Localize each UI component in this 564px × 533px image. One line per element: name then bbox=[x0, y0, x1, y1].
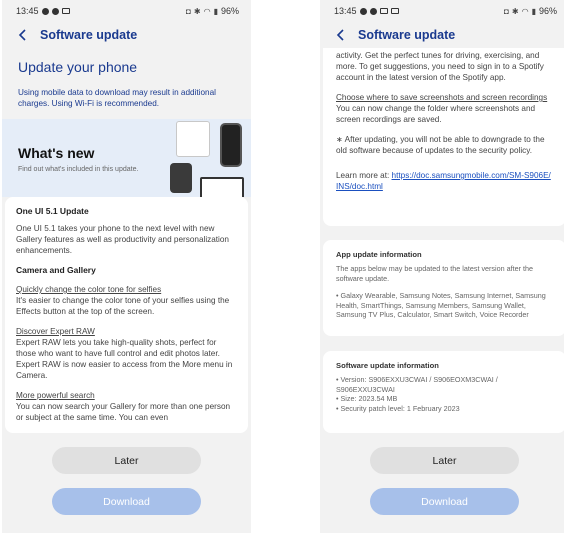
status-bar: 13:45 ◘ ✱ ◠ ▮ 96% bbox=[320, 0, 564, 22]
app-update-desc: The apps below may be updated to the lat… bbox=[336, 264, 533, 283]
status-bar: 13:45 ◘ ✱ ◠ ▮ 96% bbox=[2, 0, 251, 22]
later-button[interactable]: Later bbox=[52, 447, 201, 474]
update-details-card: activity. Get the perfect tunes for driv… bbox=[323, 48, 564, 226]
screen-icon bbox=[379, 8, 388, 14]
software-info-card: Software update information • Version: S… bbox=[323, 351, 564, 433]
later-button[interactable]: Later bbox=[370, 447, 519, 474]
data-charge-notice: Using mobile data to download may result… bbox=[18, 88, 216, 108]
tablet-illustration bbox=[200, 177, 244, 197]
banner-title: What's new bbox=[18, 145, 95, 161]
size-info: • Size: 2023.54 MB bbox=[336, 394, 398, 403]
alarm-icon: ◘ bbox=[186, 6, 191, 16]
feature-link-expert-raw[interactable]: Discover Expert RAW bbox=[16, 326, 237, 337]
downgrade-warning: ∗ After updating, you will not be able t… bbox=[336, 135, 545, 155]
update-heading: Update your phone bbox=[18, 59, 138, 75]
back-arrow-icon[interactable] bbox=[14, 26, 32, 44]
feature-desc-screenshots: You can now change the folder where scre… bbox=[336, 104, 536, 124]
whats-new-banner: What's new Find out what's included in t… bbox=[2, 119, 251, 197]
page-title: Software update bbox=[40, 28, 138, 42]
screen-icon bbox=[61, 8, 70, 14]
phone-screen-right: 13:45 ◘ ✱ ◠ ▮ 96% Software update activi… bbox=[320, 0, 564, 533]
learn-more-line: Learn more at: https://doc.samsungmobile… bbox=[336, 170, 553, 192]
bluetooth-icon: ✱ bbox=[511, 6, 519, 16]
feature-desc-search: You can now search your Gallery for more… bbox=[16, 402, 231, 422]
wifi-icon: ◠ bbox=[203, 6, 211, 16]
phone-screen-left: 13:45 ◘ ✱ ◠ ▮ 96% Software update Update… bbox=[2, 0, 251, 533]
status-time: 13:45 bbox=[16, 6, 39, 16]
banner-subtitle: Find out what's included in this update. bbox=[18, 166, 139, 173]
app-header: Software update bbox=[320, 22, 564, 48]
app-header: Software update bbox=[2, 22, 251, 48]
feature-desc-expert-raw: Expert RAW lets you take high-quality sh… bbox=[16, 338, 233, 380]
section-title: Camera and Gallery bbox=[16, 265, 96, 275]
status-time: 13:45 bbox=[334, 6, 357, 16]
note-phone-illustration bbox=[176, 121, 210, 157]
feature-desc-selfie: It's easier to change the color tone of … bbox=[16, 296, 230, 316]
security-patch-info: • Security patch level: 1 February 2023 bbox=[336, 403, 460, 413]
feature-link-selfie[interactable]: Quickly change the color tone for selfie… bbox=[16, 284, 237, 295]
bluetooth-icon: ✱ bbox=[193, 6, 201, 16]
update-details-card: One UI 5.1 Update One UI 5.1 takes your … bbox=[5, 197, 248, 433]
version-info: • Version: S906EXXU3CWAI / S906EOXM3CWAI… bbox=[336, 375, 498, 394]
feature-link-search[interactable]: More powerful search bbox=[16, 390, 237, 401]
learn-more-label: Learn more at: bbox=[336, 171, 392, 180]
app-list: • Galaxy Wearable, Samsung Notes, Samsun… bbox=[336, 291, 546, 319]
screen-icon bbox=[390, 8, 399, 14]
update-description: One UI 5.1 takes your phone to the next … bbox=[16, 224, 229, 255]
phone-illustration bbox=[220, 123, 242, 167]
signal-icon: ▮ bbox=[531, 6, 536, 16]
software-info-title: Software update information bbox=[336, 361, 439, 370]
back-arrow-icon[interactable] bbox=[332, 26, 350, 44]
app-update-card: App update information The apps below ma… bbox=[323, 240, 564, 336]
page-title: Software update bbox=[358, 28, 456, 42]
download-button[interactable]: Download bbox=[370, 488, 519, 515]
flip-phone-illustration bbox=[170, 163, 192, 193]
notification-icon bbox=[51, 7, 59, 15]
signal-icon: ▮ bbox=[213, 6, 218, 16]
spotify-feature-text: activity. Get the perfect tunes for driv… bbox=[336, 51, 544, 82]
notification-icon bbox=[359, 7, 367, 15]
download-button[interactable]: Download bbox=[52, 488, 201, 515]
feature-link-screenshots[interactable]: Choose where to save screenshots and scr… bbox=[336, 92, 553, 103]
alarm-icon: ◘ bbox=[504, 6, 509, 16]
update-version-title: One UI 5.1 Update bbox=[16, 206, 89, 216]
battery-level: 96% bbox=[538, 6, 557, 16]
wifi-icon: ◠ bbox=[521, 6, 529, 16]
notification-icon bbox=[369, 7, 377, 15]
notification-icon bbox=[41, 7, 49, 15]
app-update-title: App update information bbox=[336, 250, 422, 259]
battery-level: 96% bbox=[220, 6, 239, 16]
